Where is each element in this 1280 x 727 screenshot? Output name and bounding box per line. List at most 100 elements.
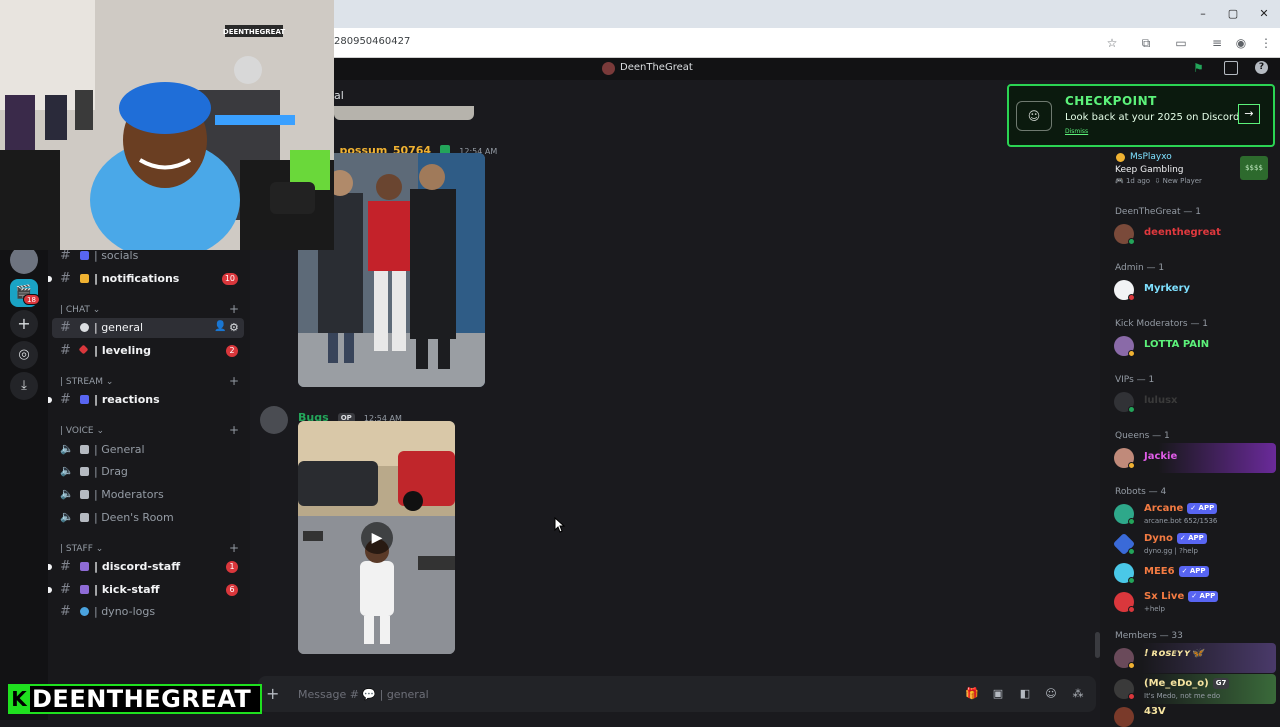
add-channel-icon[interactable]: + — [229, 541, 239, 555]
minimize-button[interactable]: – — [1193, 6, 1213, 22]
webcam-feed: DEENTHEGREAT — [0, 0, 334, 250]
add-server-icon[interactable]: + — [10, 310, 38, 338]
mention-badge: 2 — [226, 345, 238, 357]
category-staff[interactable]: | STAFF ⌄ — [60, 544, 103, 554]
member-name: LOTTA PAIN — [1144, 339, 1210, 350]
text-channel-icon: # — [60, 271, 71, 286]
help-icon[interactable]: ? — [1255, 61, 1268, 74]
avatar — [1114, 707, 1134, 727]
unread-indicator — [48, 276, 52, 282]
mention-badge: 1 — [226, 561, 238, 573]
server-icon[interactable] — [10, 246, 38, 274]
text-channel-icon: # — [60, 248, 71, 263]
browser-menu-icon[interactable]: ⋮ — [1258, 35, 1274, 51]
profile-icon[interactable]: ◉ — [1233, 35, 1249, 51]
media-icon[interactable]: ≡ — [1209, 35, 1225, 51]
maximize-button[interactable]: ▢ — [1223, 6, 1243, 22]
add-channel-icon[interactable]: + — [229, 374, 239, 388]
activity-status: Keep Gambling — [1115, 165, 1184, 175]
activity-game-icon: $$$$ — [1240, 156, 1268, 180]
flag-icon[interactable]: ⚑ — [1193, 61, 1207, 75]
download-icon[interactable]: ⤓ — [10, 372, 38, 400]
attach-plus-icon[interactable]: + — [266, 684, 279, 703]
app-badge: ✓ APP — [1188, 591, 1219, 602]
member-item[interactable]: lulusx — [1108, 387, 1276, 417]
member-item[interactable]: 43V — [1108, 704, 1276, 727]
sticker-icon[interactable]: ◧ — [1017, 687, 1033, 701]
inbox-icon[interactable] — [1224, 61, 1238, 75]
member-name: Sx Live — [1144, 591, 1185, 602]
app-badge: ✓ APP — [1178, 566, 1209, 577]
member-item[interactable]: Arcane ✓ APP arcane.bot 652/1536 — [1108, 499, 1276, 529]
channel-kick-staff[interactable]: # | kick-staff 6 — [48, 580, 244, 600]
member-item[interactable]: (Me_eDo_o) G7 It's Medo, not me edo — [1108, 674, 1276, 704]
voice-channel-general[interactable]: 🔈 | General — [52, 440, 244, 460]
voice-channel-deens-room[interactable]: 🔈 | Deen's Room — [52, 508, 244, 528]
apps-icon[interactable]: ⁂ — [1070, 687, 1086, 701]
member-subtext: +help — [1144, 605, 1165, 613]
gif-icon[interactable]: ▣ — [990, 687, 1006, 701]
person-icon — [80, 585, 89, 594]
arrow-right-icon[interactable]: → — [1238, 104, 1260, 124]
add-channel-icon[interactable]: + — [229, 423, 239, 437]
channel-notifications[interactable]: # | notifications 10 — [48, 269, 244, 289]
channel-label: | Drag — [94, 465, 128, 478]
member-item[interactable]: LOTTA PAIN — [1108, 331, 1276, 361]
member-item[interactable]: Myrkery — [1108, 275, 1276, 305]
member-group-label: DeenTheGreat — 1 — [1115, 207, 1201, 217]
channel-emoji-icon — [80, 490, 89, 499]
member-subtext: arcane.bot 652/1536 — [1144, 517, 1218, 525]
discover-icon[interactable]: ◎ — [10, 341, 38, 369]
online-status-icon — [1128, 577, 1135, 584]
mouse-cursor-icon — [554, 517, 566, 533]
member-item[interactable]: Jackie — [1108, 443, 1276, 473]
add-channel-icon[interactable]: + — [229, 302, 239, 316]
close-window-button[interactable]: ✕ — [1254, 6, 1274, 22]
channel-emoji-icon — [80, 513, 89, 522]
category-stream[interactable]: | STREAM ⌄ — [60, 377, 113, 387]
member-subtext: dyno.gg | ?help — [1144, 547, 1198, 555]
member-item[interactable]: Sx Live ✓ APP +help — [1108, 587, 1276, 617]
invite-icon[interactable]: 👤 — [214, 321, 226, 332]
member-item[interactable]: deenthegreat — [1108, 219, 1276, 249]
channel-general[interactable]: # | general 👤 ⚙ — [52, 318, 244, 338]
member-item[interactable]: ! ʀᴏꜱᴇʏʏ🦋 — [1108, 643, 1276, 673]
play-icon[interactable]: ▶ — [361, 522, 393, 554]
server-avatar — [602, 62, 615, 75]
channel-reactions[interactable]: # | reactions — [48, 390, 244, 410]
cast-icon[interactable]: ▭ — [1173, 35, 1189, 51]
activity-card[interactable]: MsPlayxo Keep Gambling 🎮 1d ago ⇩ New Pl… — [1108, 150, 1276, 192]
member-name: deenthegreat — [1144, 227, 1221, 238]
gift-icon[interactable]: 🎁 — [964, 687, 980, 701]
channel-header-fragment: al — [334, 89, 344, 102]
unread-indicator — [48, 397, 52, 403]
member-item[interactable]: MEE6 ✓ APP — [1108, 558, 1276, 588]
previous-attachment[interactable] — [334, 106, 474, 120]
category-label: | STAFF — [60, 544, 93, 554]
voice-channel-drag[interactable]: 🔈 | Drag — [52, 462, 244, 482]
member-group-label: Admin — 1 — [1115, 263, 1165, 273]
channel-dyno-logs[interactable]: # | dyno-logs — [52, 602, 244, 622]
category-label: | STREAM — [60, 377, 103, 387]
member-name: Myrkery — [1144, 283, 1191, 294]
gear-icon[interactable]: ⚙ — [229, 321, 239, 334]
url-text[interactable]: 280950460427 — [334, 36, 410, 47]
voice-channel-moderators[interactable]: 🔈 | Moderators — [52, 485, 244, 505]
activity-avatar — [1116, 153, 1125, 162]
category-chat[interactable]: | CHAT ⌄ — [60, 305, 100, 315]
category-voice[interactable]: | VOICE ⌄ — [60, 426, 104, 436]
message-avatar[interactable] — [260, 406, 288, 434]
checkpoint-dismiss-link[interactable]: Dismiss — [1065, 128, 1088, 135]
member-item[interactable]: Dyno ✓ APP dyno.gg | ?help — [1108, 529, 1276, 559]
channel-discord-staff[interactable]: # | discord-staff 1 — [48, 557, 244, 577]
bookmark-star-icon[interactable]: ☆ — [1104, 35, 1120, 51]
message-input-placeholder[interactable]: Message # 💬 | general — [298, 688, 429, 701]
channel-leveling[interactable]: # | leveling 2 — [52, 341, 244, 361]
emoji-icon[interactable]: ☺ — [1043, 687, 1059, 701]
text-channel-icon: # — [60, 559, 71, 574]
app-badge: ✓ APP — [1187, 503, 1218, 514]
extensions-icon[interactable]: ⧉ — [1138, 35, 1154, 51]
bell-icon — [80, 274, 89, 283]
discord-logo-icon: ☺ — [1016, 101, 1052, 131]
channel-label: | dyno-logs — [94, 605, 156, 618]
